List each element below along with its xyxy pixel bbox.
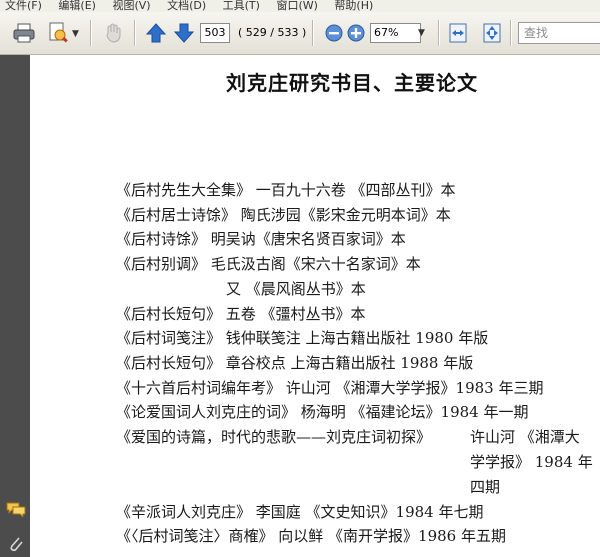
zoom-out-button[interactable] xyxy=(322,21,346,45)
bibliography-line: 《辛派词人刘克庄》 李国庭 《文史知识》1984 年七期 xyxy=(116,503,484,521)
separator xyxy=(134,20,136,46)
bibliography-line: 《论爱国词人刘克庄的词》 杨海明 《福建论坛》1984 年一期 xyxy=(116,403,529,421)
hand-tool-icon xyxy=(106,23,121,43)
hand-tool-button[interactable] xyxy=(102,21,126,45)
separator xyxy=(438,20,440,46)
previous-page-button[interactable] xyxy=(144,21,168,45)
comments-icon xyxy=(6,502,26,519)
bibliography-line: 《〈后村词笺注〉商榷》 向以鲜 《南开学报》1986 年五期 xyxy=(116,527,506,545)
attachments-button[interactable] xyxy=(6,535,26,552)
search-input[interactable]: 查找 xyxy=(518,22,600,44)
menu-file[interactable]: 文件(F) xyxy=(5,0,42,11)
comments-button[interactable] xyxy=(6,501,26,519)
bibliography-line: 《爱国的诗篇，时代的悲歌——刘克庄词初探》 xyxy=(116,428,432,446)
chevron-down-icon[interactable]: ▼ xyxy=(72,29,79,39)
fit-width-icon xyxy=(449,23,467,43)
page-up-icon xyxy=(145,23,167,43)
bibliography-line: 《十六首后村词编年考》 许山河 《湘潭大学学报》1983 年三期 xyxy=(116,379,544,397)
bibliography-line: 《后村居士诗馀》 陶氏涉园《影宋金元明本词》本 xyxy=(116,206,451,224)
menu-edit[interactable]: 编辑(E) xyxy=(58,0,96,11)
menu-tools[interactable]: 工具(T) xyxy=(223,0,260,11)
document-page: 刘克庄研究书目、主要论文 《后村先生大全集》 一百九十六卷 《四部丛刊》本 《后… xyxy=(30,55,600,557)
print-icon xyxy=(13,23,35,43)
bibliography-line: 《后村词笺注》 钱仲联笺注 上海古籍出版社 1980 年版 xyxy=(116,329,489,347)
document-title: 刘克庄研究书目、主要论文 xyxy=(226,71,478,95)
zoom-dropdown-icon[interactable]: ▼ xyxy=(418,23,430,43)
next-page-button[interactable] xyxy=(172,21,196,45)
menu-window[interactable]: 窗口(W) xyxy=(276,0,317,11)
toolbar: ▼ 503 ( 529 / 533 ) 67% ▼ 查找 xyxy=(0,12,600,55)
bibliography-line: 又 《晨风阁丛书》本 xyxy=(226,280,366,298)
bibliography-line: 《后村长短句》 五卷 《彊村丛书》本 xyxy=(116,305,366,323)
bibliography-line: 《后村别调》 毛氏汲古阁《宋六十名家词》本 xyxy=(116,255,421,273)
full-screen-button[interactable] xyxy=(480,21,504,45)
bibliography-line: 《后村诗馀》 明吴讷《唐宋名贤百家词》本 xyxy=(116,230,406,248)
bibliography-line: 许山河 《湘潭大 xyxy=(470,428,580,446)
zoom-in-icon xyxy=(347,24,365,42)
zoom-in-button[interactable] xyxy=(344,21,368,45)
separator xyxy=(90,20,92,46)
menu-bar: 文件(F) 编辑(E) 视图(V) 文档(D) 工具(T) 窗口(W) 帮助(H… xyxy=(0,0,600,12)
bibliography-line: 四期 xyxy=(470,478,501,496)
page-down-icon xyxy=(173,23,195,43)
bibliography-line: 学学报》 1984 年 xyxy=(470,453,593,471)
fit-width-button[interactable] xyxy=(446,21,470,45)
menu-document[interactable]: 文档(D) xyxy=(167,0,206,11)
zoom-level-input[interactable]: 67% xyxy=(370,23,421,43)
document-search-icon xyxy=(49,22,68,43)
bibliography-line: 《后村先生大全集》 一百九十六卷 《四部丛刊》本 xyxy=(116,181,456,199)
separator xyxy=(510,20,512,46)
zoom-out-icon xyxy=(325,24,343,42)
page-number-input[interactable]: 503 xyxy=(200,23,230,43)
document-search-button[interactable] xyxy=(46,21,70,45)
bibliography-line: 《后村长短句》 章谷校点 上海古籍出版社 1988 年版 xyxy=(116,354,474,372)
separator xyxy=(312,20,314,46)
print-button[interactable] xyxy=(12,21,36,45)
menu-view[interactable]: 视图(V) xyxy=(112,0,150,11)
menu-help[interactable]: 帮助(H) xyxy=(334,0,373,11)
attachment-icon xyxy=(10,537,23,552)
navigation-pane xyxy=(0,55,30,557)
page-count: ( 529 / 533 ) xyxy=(238,26,307,39)
full-screen-icon xyxy=(483,23,501,43)
